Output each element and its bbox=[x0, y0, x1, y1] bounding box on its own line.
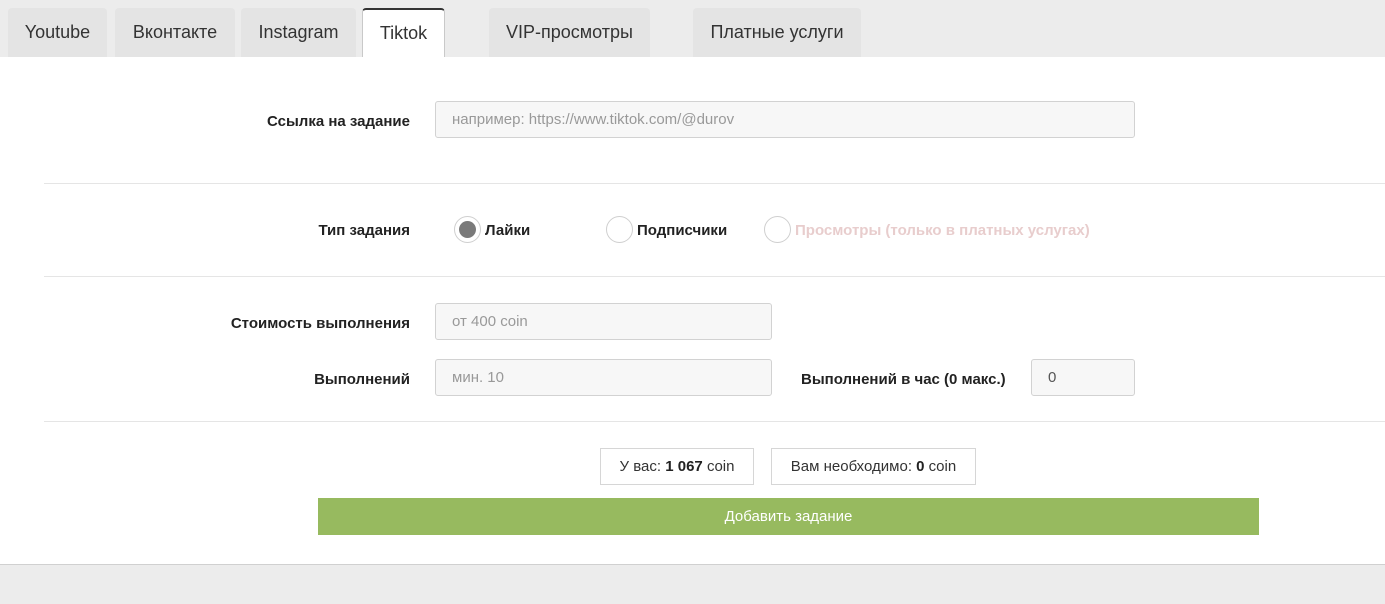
divider bbox=[44, 421, 1385, 422]
task-type-label: Тип задания bbox=[318, 222, 410, 239]
radio-selected-dot bbox=[459, 221, 476, 238]
radio-subscribers-label[interactable]: Подписчики bbox=[637, 222, 727, 239]
balance-prefix: У вас: bbox=[619, 458, 662, 475]
required-unit: coin bbox=[928, 458, 957, 475]
radio-likes-label[interactable]: Лайки bbox=[485, 222, 530, 239]
balance-amount: 1 067 bbox=[665, 458, 703, 475]
tab-youtube[interactable]: Youtube bbox=[8, 8, 107, 57]
radio-subscribers[interactable] bbox=[606, 216, 633, 243]
count-input[interactable] bbox=[435, 359, 772, 396]
per-hour-input[interactable] bbox=[1031, 359, 1135, 396]
divider bbox=[44, 183, 1385, 184]
per-hour-label: Выполнений в час (0 макс.) bbox=[801, 371, 1006, 388]
balance-box: У вас: 1 067 coin bbox=[600, 448, 754, 485]
cost-label: Стоимость выполнения bbox=[230, 315, 410, 332]
tab-instagram[interactable]: Instagram bbox=[241, 8, 356, 57]
required-prefix: Вам необходимо: bbox=[790, 458, 912, 475]
task-form-panel: Ссылка на задание Тип задания Лайки Подп… bbox=[0, 57, 1385, 565]
radio-views-label: Просмотры (только в платных услугах) bbox=[795, 222, 1090, 239]
radio-views bbox=[764, 216, 791, 243]
tab-vkontakte[interactable]: Вконтакте bbox=[115, 8, 235, 57]
count-label: Выполнений bbox=[314, 371, 410, 388]
tab-tiktok[interactable]: Tiktok bbox=[362, 8, 445, 57]
radio-likes[interactable] bbox=[454, 216, 481, 243]
add-task-button[interactable]: Добавить задание bbox=[318, 498, 1259, 535]
required-box: Вам необходимо: 0 coin bbox=[771, 448, 976, 485]
tab-vip-views[interactable]: VIP-просмотры bbox=[489, 8, 650, 57]
divider bbox=[44, 276, 1385, 277]
link-input[interactable] bbox=[435, 101, 1135, 138]
required-amount: 0 bbox=[916, 458, 925, 475]
link-label: Ссылка на задание bbox=[267, 113, 410, 130]
balance-unit: coin bbox=[706, 458, 735, 475]
tab-bar: Youtube Вконтакте Instagram Tiktok VIP-п… bbox=[0, 0, 1385, 57]
tab-paid-services[interactable]: Платные услуги bbox=[693, 8, 861, 57]
cost-input[interactable] bbox=[435, 303, 772, 340]
